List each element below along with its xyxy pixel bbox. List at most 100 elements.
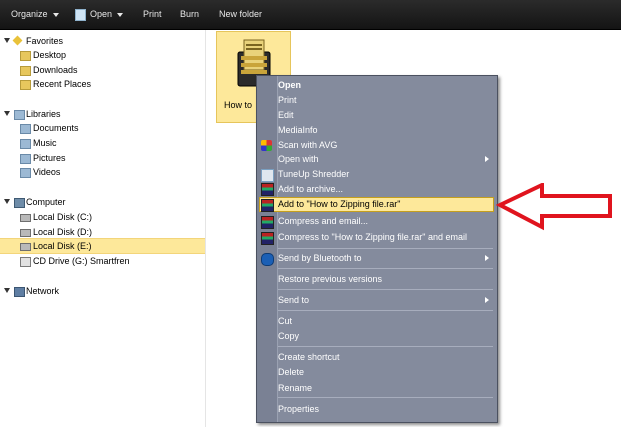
nav-item-label: Videos [33,167,61,177]
menu-item-send-to[interactable]: Send to [278,293,495,307]
submenu-arrow-icon [485,297,489,303]
open-label: Open [90,9,113,19]
cd-drive-icon [20,257,31,267]
nav-group-label: Favorites [26,36,64,46]
nav-network[interactable]: Network [0,284,205,298]
nav-item-label: Desktop [33,50,67,60]
menu-item-compress-to-rar-and-email[interactable]: Compress to "How to Zipping file.rar" an… [278,230,495,244]
menu-item-label: Restore previous versions [278,274,383,284]
nav-item-recent-places[interactable]: Recent Places [0,77,205,91]
menu-item-label: TuneUp Shredder [278,169,350,179]
annotation-arrow-icon [496,183,612,231]
nav-item-cd-drive[interactable]: CD Drive (G:) Smartfren [0,254,205,268]
menu-item-label: Add to archive... [278,184,344,194]
winrar-icon [261,232,274,245]
hard-disk-icon [20,243,31,251]
menu-item-send-by-bluetooth[interactable]: Send by Bluetooth to [278,251,495,265]
menu-separator [278,346,493,347]
open-button[interactable]: Open [75,0,124,29]
organize-button[interactable]: Organize [11,0,59,29]
menu-item-delete[interactable]: Delete [278,365,495,379]
menu-item-create-shortcut[interactable]: Create shortcut [278,350,495,364]
menu-item-mediainfo[interactable]: MediaInfo [278,123,495,137]
computer-icon [14,198,25,208]
menu-icon-strip [257,76,278,422]
nav-libraries[interactable]: Libraries [0,107,205,121]
menu-item-label: Scan with AVG [278,140,338,150]
menu-item-label: Cut [278,316,293,326]
menu-item-label: Send by Bluetooth to [278,253,362,263]
menu-item-label: Rename [278,383,313,393]
expand-arrow-icon[interactable] [4,38,10,43]
burn-button[interactable]: Burn [180,0,199,29]
menu-separator [278,268,493,269]
menu-item-label: Add to "How to Zipping file.rar" [278,199,401,209]
nav-item-label: Music [33,138,57,148]
nav-item-local-disk-c[interactable]: Local Disk (C:) [0,210,205,224]
nav-item-local-disk-d[interactable]: Local Disk (D:) [0,225,205,239]
hard-disk-icon [20,229,31,237]
menu-separator [278,397,493,398]
nav-item-documents[interactable]: Documents [0,121,205,135]
avg-icon [261,140,272,151]
nav-item-label: Pictures [33,153,66,163]
menu-item-tuneup-shredder[interactable]: TuneUp Shredder [278,167,495,181]
menu-item-label: Properties [278,404,320,414]
menu-item-label: MediaInfo [278,125,318,135]
menu-item-label: Send to [278,295,310,305]
print-button[interactable]: Print [143,0,162,29]
menu-item-add-to-archive[interactable]: Add to archive... [278,182,495,196]
nav-item-pictures[interactable]: Pictures [0,151,205,165]
menu-item-label: Delete [278,367,305,377]
menu-separator [278,248,493,249]
nav-item-label: CD Drive (G:) Smartfren [33,256,130,266]
menu-item-rename[interactable]: Rename [278,381,495,395]
pictures-icon [20,154,31,164]
new-folder-button[interactable]: New folder [219,0,262,29]
menu-item-label: Print [278,95,297,105]
recent-places-icon [20,80,31,90]
menu-item-label: Compress and email... [278,216,369,226]
menu-item-copy[interactable]: Copy [278,329,495,343]
nav-item-label: Documents [33,123,79,133]
hard-disk-icon [20,214,31,222]
menu-item-label: Edit [278,110,294,120]
menu-item-restore-previous-versions[interactable]: Restore previous versions [278,272,495,286]
command-bar: Organize Open Print Burn New folder [0,0,621,30]
nav-item-downloads[interactable]: Downloads [0,63,205,77]
winrar-icon [261,216,274,229]
downloads-icon [20,66,31,76]
nav-item-videos[interactable]: Videos [0,165,205,179]
expand-arrow-icon[interactable] [4,199,10,204]
menu-item-scan-with-avg[interactable]: Scan with AVG [278,138,495,152]
context-menu: Open Print Edit MediaInfo Scan with AVG … [256,75,498,423]
menu-item-compress-and-email[interactable]: Compress and email... [278,214,495,228]
nav-item-label: Local Disk (D:) [33,227,93,237]
winrar-icon [261,183,274,196]
menu-item-label: Compress to "How to Zipping file.rar" an… [278,232,467,242]
nav-favorites[interactable]: Favorites [0,34,205,48]
menu-separator [278,310,493,311]
nav-item-label: Local Disk (C:) [33,212,93,222]
menu-item-add-to-rar[interactable]: Add to "How to Zipping file.rar" [257,197,497,212]
nav-item-desktop[interactable]: Desktop [0,48,205,62]
menu-item-cut[interactable]: Cut [278,314,495,328]
expand-arrow-icon[interactable] [4,111,10,116]
menu-item-print[interactable]: Print [278,93,495,107]
nav-group-label: Network [26,286,60,296]
expand-arrow-icon[interactable] [4,288,10,293]
menu-item-open[interactable]: Open [278,78,495,92]
desktop-icon [20,51,31,61]
submenu-arrow-icon [485,156,489,162]
nav-item-local-disk-e[interactable]: Local Disk (E:) [0,238,205,254]
nav-group-label: Computer [26,197,66,207]
menu-separator [278,289,493,290]
nav-computer[interactable]: Computer [0,195,205,209]
nav-item-music[interactable]: Music [0,136,205,150]
menu-item-label: Open [278,80,302,90]
open-icon [75,8,86,21]
menu-item-properties[interactable]: Properties [278,402,495,416]
menu-item-edit[interactable]: Edit [278,108,495,122]
submenu-arrow-icon [485,255,489,261]
menu-item-open-with[interactable]: Open with [278,152,495,166]
